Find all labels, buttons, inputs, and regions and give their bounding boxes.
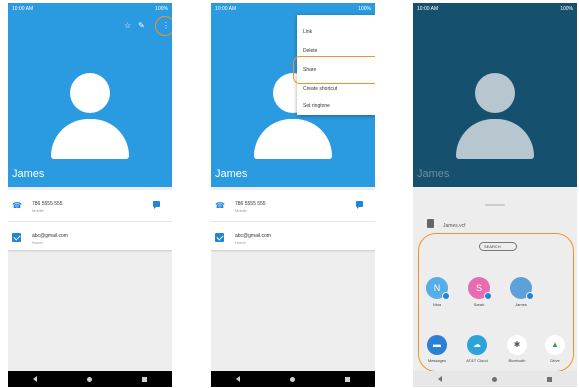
contact-name: James [215, 168, 248, 180]
phone-type: Mobile [235, 208, 247, 213]
edit-icon[interactable]: ✎ [138, 21, 145, 31]
status-time: 10:00 AM [417, 6, 439, 12]
menu-item-create-shortcut[interactable]: Create shortcut [303, 86, 337, 92]
menu-item-delete[interactable]: Delete [303, 48, 317, 54]
recents-icon[interactable] [345, 376, 350, 382]
back-icon[interactable] [236, 376, 240, 382]
highlight-share-area [418, 233, 574, 372]
home-icon[interactable] [290, 376, 295, 382]
contact-details: ☎ 786 5555 555 Mobile abc@gmail.com Home [211, 190, 375, 250]
home-icon[interactable] [87, 376, 92, 382]
contact-menu-screen: 10:00 AM 100% James ☎ 786 5555 555 Mobil… [211, 3, 375, 387]
star-icon[interactable]: ☆ [124, 21, 131, 31]
avatar-icon [475, 73, 515, 113]
back-icon[interactable] [33, 376, 37, 382]
menu-item-link[interactable]: Link [303, 29, 312, 35]
contact-header-dimmed: 10:00 AM 100% James [413, 3, 577, 187]
share-sheet: James.vcf SEARCH N Nina S Sarah James ▬ … [413, 199, 577, 372]
phone-icon: ☎ [215, 201, 225, 210]
nav-bar [211, 371, 375, 387]
status-time: 10:00 AM [12, 6, 34, 12]
back-icon[interactable] [438, 376, 442, 382]
status-bar: 10:00 AM 100% [211, 3, 375, 15]
contact-name: James [417, 168, 450, 180]
email-row[interactable]: abc@gmail.com Home [8, 227, 172, 253]
file-icon [427, 219, 434, 228]
message-icon[interactable] [153, 201, 160, 209]
email-address: abc@gmail.com [32, 233, 68, 239]
divider [211, 221, 375, 222]
contact-screen: 10:00 AM 100% ☆ ✎ ⋮ James ☎ 786 5555 555… [8, 3, 172, 387]
highlight-circle [155, 16, 172, 36]
phone-number: 786 5555 555 [235, 201, 266, 207]
phone-row[interactable]: ☎ 786 5555 555 Mobile [8, 195, 172, 221]
contact-header: 10:00 AM 100% ☆ ✎ ⋮ James [8, 3, 172, 187]
status-battery: 100% [560, 6, 573, 12]
email-type: Home [32, 240, 43, 245]
contact-name: James [12, 168, 45, 180]
recents-icon[interactable] [142, 376, 147, 382]
home-icon[interactable] [492, 376, 497, 382]
nav-bar [8, 371, 172, 387]
nav-bar [413, 371, 577, 387]
status-time: 10:00 AM [215, 6, 237, 12]
email-row[interactable]: abc@gmail.com Home [211, 227, 375, 253]
menu-item-set-ringtone[interactable]: Set ringtone [303, 103, 330, 109]
file-name: James.vcf [443, 223, 466, 229]
email-icon [12, 233, 21, 242]
phone-icon: ☎ [12, 201, 22, 210]
highlight-box [293, 56, 375, 84]
status-bar: 10:00 AM 100% [8, 3, 172, 15]
sheet-handle[interactable] [485, 204, 505, 206]
recents-icon[interactable] [547, 376, 552, 382]
avatar-body [456, 119, 534, 159]
phone-row[interactable]: ☎ 786 5555 555 Mobile [211, 195, 375, 221]
avatar-body [51, 119, 129, 159]
share-sheet-screen: 10:00 AM 100% James James.vcf SEARCH N N… [413, 3, 577, 387]
avatar-body [254, 119, 332, 159]
email-icon [215, 233, 224, 242]
phone-type: Mobile [32, 208, 44, 213]
phone-number: 786 5555 555 [32, 201, 63, 207]
message-icon[interactable] [356, 201, 363, 209]
avatar-icon [70, 73, 110, 113]
status-battery: 100% [358, 6, 371, 12]
email-address: abc@gmail.com [235, 233, 271, 239]
status-battery: 100% [155, 6, 168, 12]
status-bar: 10:00 AM 100% [413, 3, 577, 15]
email-type: Home [235, 240, 246, 245]
contact-details: ☎ 786 5555 555 Mobile abc@gmail.com Home [8, 190, 172, 250]
divider [8, 221, 172, 222]
